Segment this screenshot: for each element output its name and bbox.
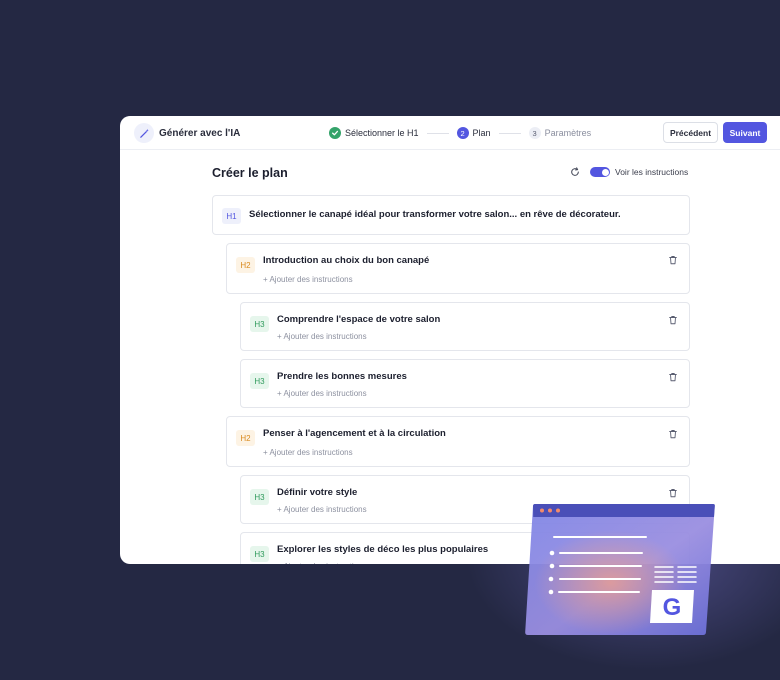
- plan-controls: Voir les instructions: [570, 167, 688, 177]
- stepper: Sélectionner le H1 2 Plan 3 Paramètres: [329, 127, 591, 139]
- page-title: Créer le plan: [212, 166, 288, 180]
- step-parametres[interactable]: 3 Paramètres: [528, 127, 592, 139]
- add-instructions-link[interactable]: + Ajouter des instructions: [277, 505, 367, 514]
- heading-title: Définir votre style: [277, 487, 358, 498]
- add-instructions-link[interactable]: + Ajouter des instructions: [277, 389, 367, 398]
- google-letter: G: [663, 594, 682, 621]
- h1-card[interactable]: H1 Sélectionner le canapé idéal pour tra…: [212, 195, 690, 235]
- step-select-h1[interactable]: Sélectionner le H1: [329, 127, 419, 139]
- step-label: Paramètres: [544, 128, 592, 138]
- step-number: 2: [456, 127, 469, 139]
- heading-title: Explorer les styles de déco les plus pop…: [277, 544, 489, 555]
- outline-item-h2[interactable]: H2 Introduction au choix du bon canapé +…: [226, 243, 690, 294]
- step-divider: [426, 132, 449, 134]
- outline-item-h3[interactable]: H3 Prendre les bonnes mesures + Ajouter …: [240, 359, 690, 408]
- toggle-label: Voir les instructions: [615, 167, 689, 177]
- add-instructions-link[interactable]: + Ajouter des instructions: [277, 332, 367, 341]
- trash-icon[interactable]: [668, 429, 678, 439]
- heading-tag: H3: [250, 316, 269, 332]
- heading-title: Comprendre l'espace de votre salon: [277, 314, 441, 325]
- app-title: Générer avec l'IA: [159, 127, 241, 139]
- google-browser-illustration: G: [525, 504, 715, 635]
- instructions-toggle[interactable]: [590, 167, 610, 177]
- step-plan[interactable]: 2 Plan: [456, 127, 491, 139]
- heading-tag: H1: [222, 208, 241, 224]
- heading-tag: H2: [236, 430, 255, 446]
- heading-tag: H2: [236, 257, 255, 273]
- brand: Générer avec l'IA: [134, 123, 240, 143]
- trash-icon[interactable]: [668, 315, 678, 325]
- trash-icon[interactable]: [668, 372, 678, 382]
- magic-wand-icon: [134, 123, 154, 143]
- heading-title: Prendre les bonnes mesures: [277, 371, 407, 382]
- add-instructions-link[interactable]: + Ajouter des instructions: [263, 448, 353, 457]
- top-bar: Générer avec l'IA Sélectionner le H1 2 P…: [120, 116, 780, 150]
- step-label: Sélectionner le H1: [345, 128, 419, 138]
- refresh-icon[interactable]: [570, 167, 580, 177]
- outline-item-h2[interactable]: H2 Penser à l'agencement et à la circula…: [226, 416, 690, 467]
- step-number: 3: [528, 127, 541, 139]
- trash-icon[interactable]: [668, 255, 678, 265]
- add-instructions-link[interactable]: + Ajouter des instructions: [277, 562, 367, 564]
- next-button[interactable]: Suivant: [723, 122, 767, 143]
- heading-title: Penser à l'agencement et à la circulatio…: [263, 428, 446, 439]
- outline-item-h3[interactable]: H3 Comprendre l'espace de votre salon + …: [240, 302, 690, 351]
- add-instructions-link[interactable]: + Ajouter des instructions: [263, 275, 353, 284]
- heading-tag: H3: [250, 373, 269, 389]
- heading-tag: H3: [250, 546, 269, 562]
- step-label: Plan: [472, 128, 491, 138]
- heading-title: Introduction au choix du bon canapé: [263, 255, 430, 266]
- google-logo-icon: G: [650, 590, 694, 623]
- check-icon: [329, 127, 341, 139]
- heading-title: Sélectionner le canapé idéal pour transf…: [249, 209, 621, 220]
- step-divider: [498, 132, 521, 134]
- previous-button[interactable]: Précédent: [663, 122, 718, 143]
- heading-tag: H3: [250, 489, 269, 505]
